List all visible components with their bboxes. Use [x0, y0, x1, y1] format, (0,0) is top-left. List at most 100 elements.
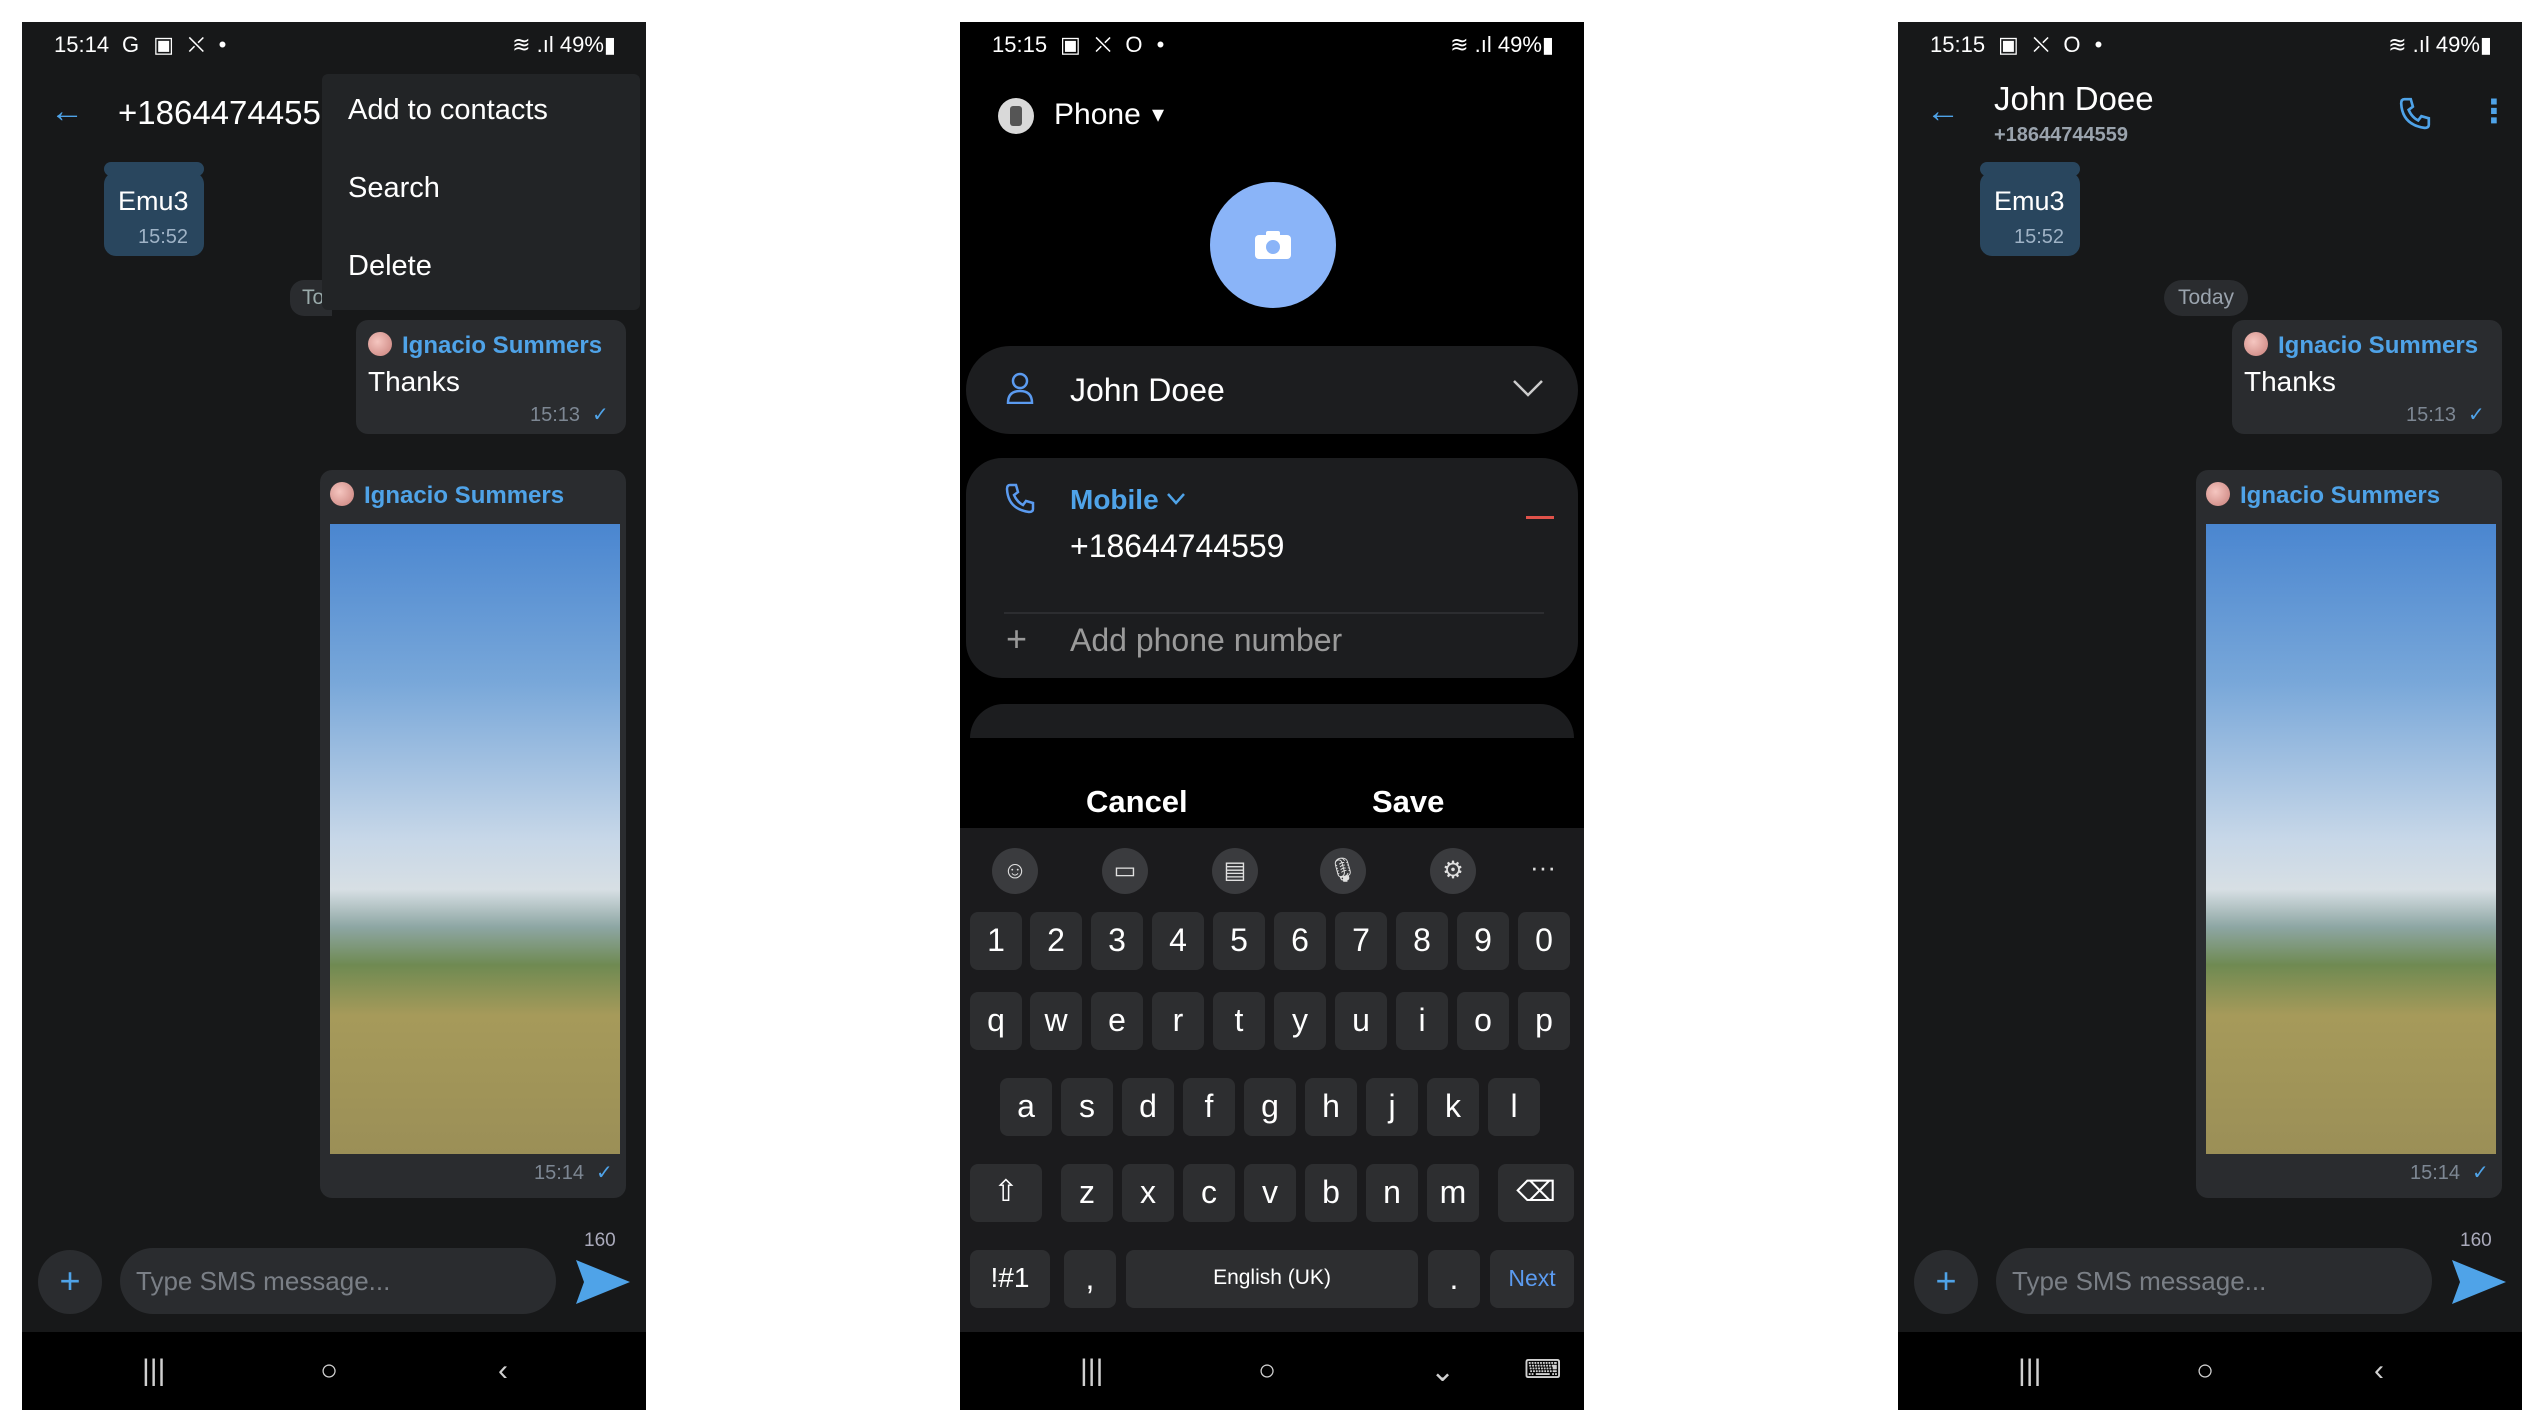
key-r[interactable]: r — [1152, 992, 1204, 1050]
key-j[interactable]: j — [1366, 1078, 1418, 1136]
key-9[interactable]: 9 — [1457, 912, 1509, 970]
key-g[interactable]: g — [1244, 1078, 1296, 1136]
camera-icon — [1255, 231, 1291, 259]
name-field[interactable]: John Doee — [1070, 372, 1225, 409]
key-b[interactable]: b — [1305, 1164, 1357, 1222]
key-0[interactable]: 0 — [1518, 912, 1570, 970]
save-button[interactable]: Save — [1372, 784, 1444, 820]
text-scan-icon[interactable]: ▤ — [1212, 848, 1258, 894]
key-1[interactable]: 1 — [970, 912, 1022, 970]
back-arrow-icon[interactable]: ← — [1926, 92, 1960, 131]
recents-button[interactable]: ||| — [2018, 1354, 2041, 1388]
next-key[interactable]: Next — [1490, 1250, 1574, 1308]
message-bubble-outgoing[interactable]: Ignacio Summers Thanks 15:13 ✓ — [356, 320, 626, 434]
back-button[interactable]: ‹ — [498, 1354, 508, 1388]
key-4[interactable]: 4 — [1152, 912, 1204, 970]
key-d[interactable]: d — [1122, 1078, 1174, 1136]
phone-storage-icon — [998, 98, 1034, 134]
status-icons: G ▣ ⛌ • — [122, 32, 231, 57]
contact-photo-button[interactable] — [1210, 182, 1336, 308]
sender-avatar — [368, 332, 392, 356]
add-phone-number-button[interactable]: Add phone number — [1070, 622, 1342, 659]
key-i[interactable]: i — [1396, 992, 1448, 1050]
message-bubble-incoming[interactable]: Emu3 15:52 — [1980, 172, 2080, 256]
landscape-photo[interactable] — [2206, 524, 2496, 1154]
send-icon[interactable] — [2450, 1258, 2508, 1306]
key-k[interactable]: k — [1427, 1078, 1479, 1136]
more-vertical-icon[interactable]: ⋮ — [2478, 92, 2510, 130]
key-e[interactable]: e — [1091, 992, 1143, 1050]
key-o[interactable]: o — [1457, 992, 1509, 1050]
message-bubble-image[interactable]: Ignacio Summers 15:14 ✓ — [320, 470, 626, 1198]
chevron-down-icon[interactable] — [1166, 492, 1186, 506]
key-u[interactable]: u — [1335, 992, 1387, 1050]
remove-phone-icon[interactable] — [1526, 516, 1554, 519]
cancel-button[interactable]: Cancel — [1086, 784, 1188, 820]
keyboard-icon[interactable]: ⌨ — [1524, 1354, 1562, 1385]
menu-item-add-to-contacts[interactable]: Add to contacts — [348, 94, 548, 127]
recents-button[interactable]: ||| — [142, 1354, 165, 1388]
period-key[interactable]: . — [1428, 1250, 1480, 1308]
key-x[interactable]: x — [1122, 1164, 1174, 1222]
phone-call-icon[interactable] — [2398, 96, 2432, 130]
chevron-down-icon[interactable]: ▾ — [1152, 100, 1164, 129]
menu-item-search[interactable]: Search — [348, 172, 440, 205]
gear-icon[interactable]: ⚙ — [1430, 848, 1476, 894]
key-3[interactable]: 3 — [1091, 912, 1143, 970]
more-icon[interactable]: ··· — [1530, 852, 1556, 883]
home-button[interactable]: ○ — [1258, 1354, 1276, 1388]
key-f[interactable]: f — [1183, 1078, 1235, 1136]
hide-keyboard-button[interactable]: ⌄ — [1430, 1354, 1455, 1389]
backspace-icon[interactable]: ⌫ — [1498, 1164, 1574, 1222]
space-key[interactable]: English (UK) — [1126, 1250, 1418, 1308]
message-bubble-image[interactable]: Ignacio Summers 15:14 ✓ — [2196, 470, 2502, 1198]
message-bubble-outgoing[interactable]: Ignacio Summers Thanks 15:13 ✓ — [2232, 320, 2502, 434]
microphone-icon[interactable]: 🎙 — [1320, 848, 1366, 894]
key-p[interactable]: p — [1518, 992, 1570, 1050]
attach-plus-button[interactable]: + — [38, 1250, 102, 1314]
landscape-photo[interactable] — [330, 524, 620, 1154]
recents-button[interactable]: ||| — [1080, 1354, 1103, 1388]
key-7[interactable]: 7 — [1335, 912, 1387, 970]
key-c[interactable]: c — [1183, 1164, 1235, 1222]
shift-icon[interactable]: ⇧ — [970, 1164, 1042, 1222]
key-v[interactable]: v — [1244, 1164, 1296, 1222]
key-y[interactable]: y — [1274, 992, 1326, 1050]
key-z[interactable]: z — [1061, 1164, 1113, 1222]
symbols-key[interactable]: !#1 — [970, 1250, 1050, 1308]
back-arrow-icon[interactable]: ← — [50, 92, 84, 131]
emoji-icon[interactable]: ☺ — [992, 848, 1038, 894]
status-icons: ▣ ⛌ O • — [1998, 32, 2107, 57]
attach-plus-button[interactable]: + — [1914, 1250, 1978, 1314]
key-t[interactable]: t — [1213, 992, 1265, 1050]
name-field-card[interactable]: John Doee — [966, 346, 1578, 434]
key-5[interactable]: 5 — [1213, 912, 1265, 970]
back-button[interactable]: ‹ — [2374, 1354, 2384, 1388]
phone-number-field[interactable]: +18644744559 — [1070, 528, 1284, 565]
key-6[interactable]: 6 — [1274, 912, 1326, 970]
comma-key[interactable]: , — [1064, 1250, 1116, 1308]
key-2[interactable]: 2 — [1030, 912, 1082, 970]
key-n[interactable]: n — [1366, 1164, 1418, 1222]
key-s[interactable]: s — [1061, 1078, 1113, 1136]
sms-message-input[interactable]: Type SMS message... — [120, 1248, 556, 1314]
key-8[interactable]: 8 — [1396, 912, 1448, 970]
clipboard-icon[interactable]: ▭ — [1102, 848, 1148, 894]
key-q[interactable]: q — [970, 992, 1022, 1050]
delivered-check-icon: ✓ — [2468, 404, 2485, 426]
key-m[interactable]: m — [1427, 1164, 1479, 1222]
phone-type-selector[interactable]: Mobile — [1070, 484, 1159, 516]
key-l[interactable]: l — [1488, 1078, 1540, 1136]
account-selector[interactable]: Phone — [1054, 98, 1141, 132]
message-time: 15:52 — [2014, 226, 2065, 248]
home-button[interactable]: ○ — [320, 1354, 338, 1388]
send-icon[interactable] — [574, 1258, 632, 1306]
menu-item-delete[interactable]: Delete — [348, 250, 432, 283]
home-button[interactable]: ○ — [2196, 1354, 2214, 1388]
key-a[interactable]: a — [1000, 1078, 1052, 1136]
key-h[interactable]: h — [1305, 1078, 1357, 1136]
key-w[interactable]: w — [1030, 992, 1082, 1050]
message-bubble-incoming[interactable]: Emu3 15:52 — [104, 172, 204, 256]
chevron-down-icon[interactable] — [1512, 378, 1544, 398]
sms-message-input[interactable]: Type SMS message... — [1996, 1248, 2432, 1314]
